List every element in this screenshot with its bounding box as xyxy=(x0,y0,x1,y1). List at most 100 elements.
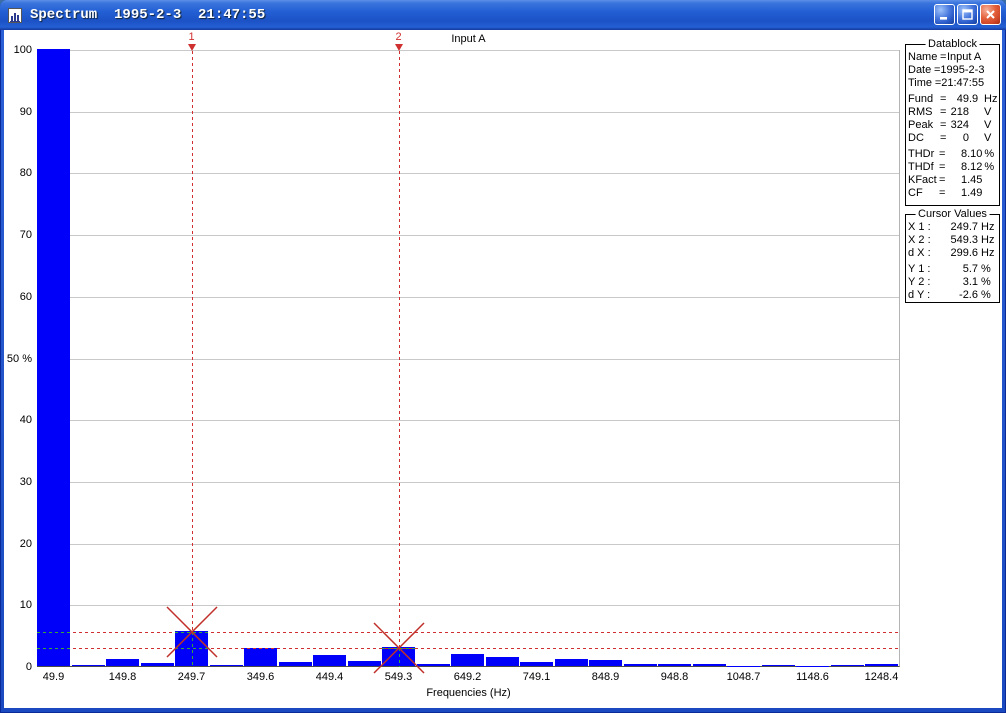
datablock-row-value-int: 218 xyxy=(950,106,969,118)
datablock-row: Time = 21:47:55 xyxy=(908,77,997,90)
cursor-x-marker[interactable] xyxy=(164,604,220,660)
gridline xyxy=(37,481,899,483)
cursor-values-panel: Cursor Values X 1 :249.7 Hz X 2 :549.3 Hz d … xyxy=(905,208,1000,303)
close-button[interactable] xyxy=(980,4,1001,25)
cursor-values-row: Y 1 : 5.7% xyxy=(908,263,997,276)
datablock-row-label: Time xyxy=(908,77,933,89)
x-tick-label: 749.1 xyxy=(522,671,551,683)
datablock-row-value-int: 1 xyxy=(960,174,968,186)
cursor-triangle-marker[interactable] xyxy=(394,44,403,51)
cursor-values-row-label: d Y : xyxy=(908,289,931,301)
datablock-row: DC = 0 V xyxy=(908,132,997,145)
datablock-row: THDf = 8.12% xyxy=(908,161,997,174)
cursor-values-row: X 1 : 249.7 Hz xyxy=(908,221,997,234)
datablock-row-label: KFact xyxy=(908,174,937,186)
datablock-row: Peak = 324 V xyxy=(908,119,997,132)
datablock-row-value-frac xyxy=(969,106,982,119)
datablock-row-unit xyxy=(982,174,997,187)
cursor-values-row-unit: % xyxy=(981,289,991,301)
spectrum-bar xyxy=(313,654,346,666)
y-tick-label: 20 xyxy=(19,537,32,550)
chart-title: Input A xyxy=(451,33,486,45)
datablock-row-value: Input A xyxy=(947,51,982,63)
datablock-row-value-frac xyxy=(969,132,982,145)
datablock-row-label: THDf xyxy=(908,161,934,173)
datablock-row-label: CF xyxy=(908,187,923,199)
datablock-row-value-int: 8 xyxy=(960,148,968,160)
datablock-row-equals: = xyxy=(940,106,947,118)
datablock-row-value-frac: .10 xyxy=(967,148,983,160)
gridline xyxy=(37,543,899,545)
app-icon[interactable] xyxy=(7,7,24,24)
spectrum-bar xyxy=(244,647,277,666)
datablock-row-equals: = xyxy=(940,51,947,63)
spectrum-bar xyxy=(71,664,105,666)
minimize-icon xyxy=(940,17,947,20)
datablock-title: Datablock xyxy=(925,38,980,50)
spectrum-bar xyxy=(692,663,726,666)
cursor-values-row-label: X 1 : xyxy=(908,221,931,233)
spectrum-bar xyxy=(865,664,898,666)
datablock-row: Date = 1995-2-3 xyxy=(908,64,997,77)
cursor-values-row-value: 299.6 xyxy=(950,247,978,259)
gridline xyxy=(37,420,899,422)
spectrum-bar xyxy=(589,660,622,666)
cursor-values-row-value: 5.7 xyxy=(962,263,978,275)
spectrum-bar xyxy=(485,656,519,666)
x-axis-title: Frequencies (Hz) xyxy=(426,687,511,699)
cursor-vertical-line[interactable] xyxy=(191,51,193,632)
y-tick-label: 90 xyxy=(19,105,32,118)
gridline xyxy=(37,173,899,175)
datablock-row: Fund = 49.9 Hz xyxy=(908,93,997,106)
datablock-row-value-int: 1 xyxy=(960,187,968,199)
cursor-x-marker[interactable] xyxy=(371,620,427,676)
datablock-row-equals: = xyxy=(940,119,947,131)
datablock-row-equals: = xyxy=(939,187,946,199)
x-tick-label: 1148.6 xyxy=(796,671,829,683)
gridline xyxy=(37,235,899,237)
app-window: Spectrum 1995-2-3 21:47:55 Input A 0 10 … xyxy=(0,0,1006,713)
titlebar[interactable]: Spectrum 1995-2-3 21:47:55 xyxy=(0,0,1006,30)
maximize-icon xyxy=(962,9,973,20)
cursor-vertical-line[interactable] xyxy=(398,51,400,648)
minimize-button[interactable] xyxy=(934,4,955,25)
y-tick-label: 70 xyxy=(19,229,32,242)
maximize-button[interactable] xyxy=(957,4,978,25)
x-tick-label: 1248.4 xyxy=(864,671,899,683)
cursor-values-row-unit: Hz xyxy=(981,247,995,259)
y-tick-label: 60 xyxy=(19,290,32,303)
datablock-row-value-frac xyxy=(969,119,982,132)
datablock-row-label: Name xyxy=(908,51,938,63)
datablock-row-value-int: 49 xyxy=(956,93,969,105)
datablock-row-equals: = xyxy=(939,161,946,173)
cursor-triangle-marker[interactable] xyxy=(187,44,196,51)
datablock-row-value: 21:47:55 xyxy=(941,77,985,89)
datablock-row-unit xyxy=(984,77,997,90)
spectrum-chart[interactable]: 1 2 xyxy=(37,31,900,674)
datablock-row-value: 1995-2-3 xyxy=(940,64,985,76)
datablock-row: KFact = 1.45 xyxy=(908,174,997,187)
datablock-row-unit xyxy=(984,64,997,77)
datablock-row: RMS = 218 V xyxy=(908,106,997,119)
datablock-row-unit: Hz xyxy=(984,93,998,105)
x-tick-label: 149.8 xyxy=(108,671,137,683)
datablock-row: THDr = 8.10% xyxy=(908,148,997,161)
y-tick-label: 100 xyxy=(13,44,32,56)
cursor-values-row: d Y : -2.6% xyxy=(908,289,997,302)
spectrum-bar xyxy=(623,664,657,666)
spectrum-bar xyxy=(554,659,588,666)
x-tick-label: 449.4 xyxy=(315,671,344,683)
cursor-values-row-unit: Hz xyxy=(981,221,995,233)
spectrum-bar xyxy=(761,665,795,666)
cursor-values-row-value: 3.1 xyxy=(962,276,978,288)
gridline xyxy=(37,358,899,360)
spectrum-bar xyxy=(106,658,139,666)
window-controls xyxy=(934,4,1001,25)
datablock-row-unit xyxy=(982,187,997,200)
cursor-number-label: 1 xyxy=(188,31,195,43)
cursor-values-row: d X : 299.6 Hz xyxy=(908,247,997,260)
spectrum-bar xyxy=(37,49,70,666)
datablock-row-label: DC xyxy=(908,132,924,144)
window-title: Spectrum 1995-2-3 21:47:55 xyxy=(30,7,266,23)
cursor-values-row-label: Y 1 : xyxy=(908,263,931,275)
